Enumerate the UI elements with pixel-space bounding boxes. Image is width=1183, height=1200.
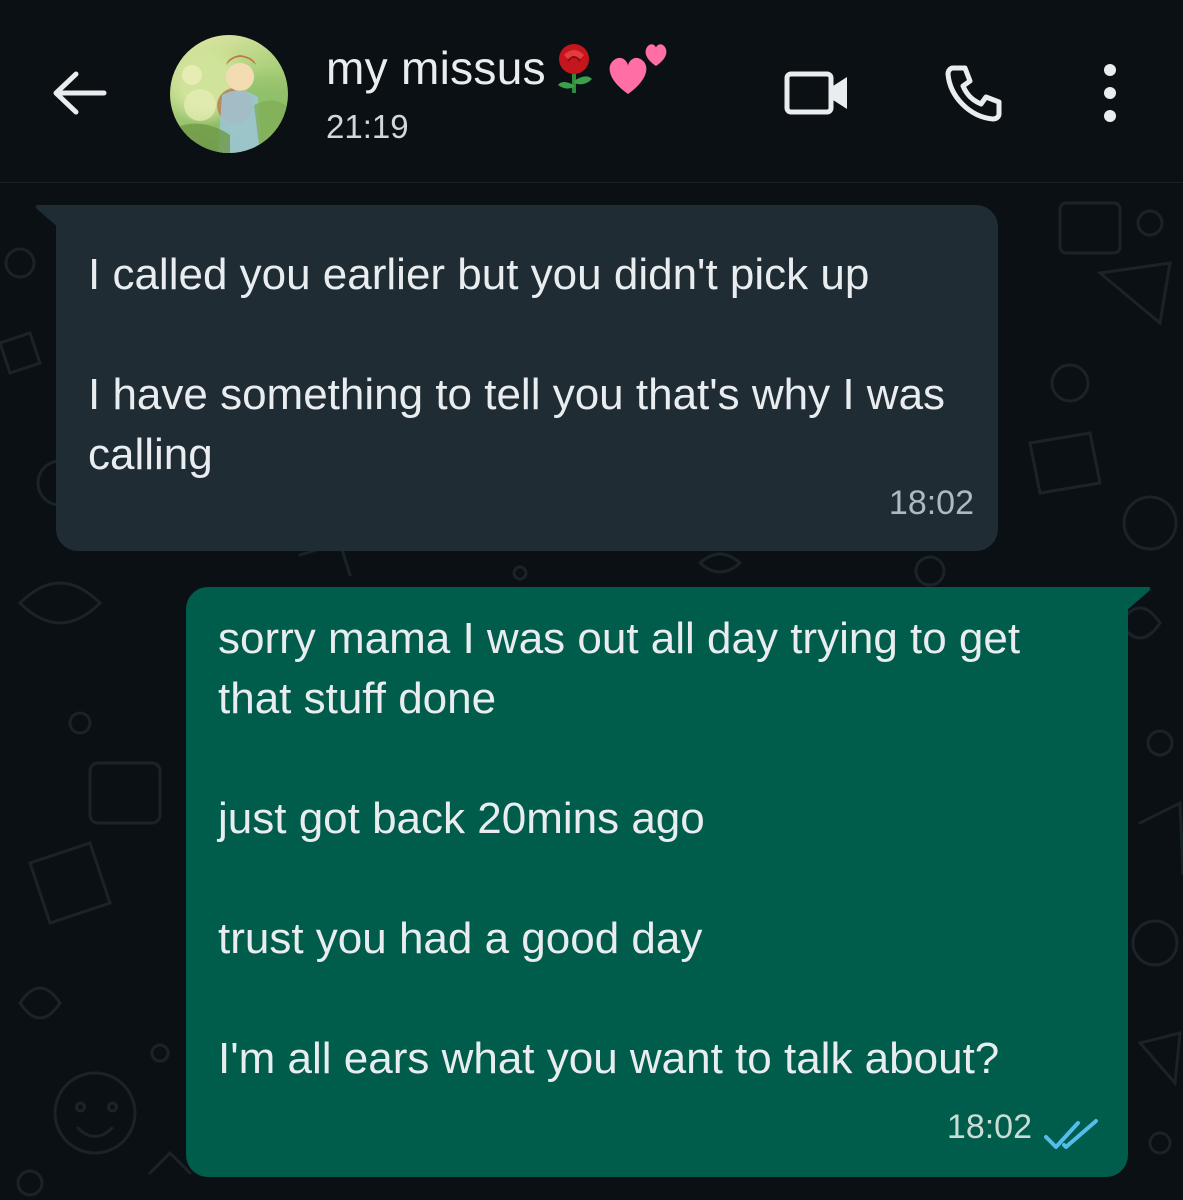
message-text-line: sorry mama I was out all day trying to g… xyxy=(218,614,1033,723)
more-options-button[interactable] xyxy=(1072,55,1148,131)
more-vertical-icon xyxy=(1104,64,1116,122)
two-hearts-emoji xyxy=(609,44,667,94)
chat-area[interactable]: I called you earlier but you didn't pick… xyxy=(0,183,1183,1200)
video-call-button[interactable] xyxy=(780,55,856,131)
message-text-line: I'm all ears what you want to talk about… xyxy=(218,1034,1000,1083)
contact-avatar[interactable] xyxy=(170,35,288,153)
name-emojis xyxy=(550,38,676,98)
avatar-image xyxy=(170,55,288,153)
voice-call-button[interactable] xyxy=(936,55,1012,131)
back-arrow-icon xyxy=(53,71,107,115)
chat-header: my missus 21:19 xyxy=(0,0,1183,183)
message-text-line: I have something to tell you that's why … xyxy=(88,370,958,479)
contact-name[interactable]: my missus xyxy=(326,38,676,98)
video-camera-icon xyxy=(784,71,847,115)
contact-name-text: my missus xyxy=(326,42,546,94)
back-button[interactable] xyxy=(44,58,114,128)
message-text-line: trust you had a good day xyxy=(218,914,703,963)
message-text-line: I called you earlier but you didn't pick… xyxy=(88,250,870,299)
message-timestamp: 18:02 xyxy=(946,1108,1032,1146)
read-receipt-double-check-icon xyxy=(1044,1119,1098,1149)
message-text-line: just got back 20mins ago xyxy=(218,794,705,843)
outgoing-message-bubble[interactable]: sorry mama I was out all day trying to g… xyxy=(186,587,1128,1177)
rose-emoji xyxy=(557,44,592,93)
outgoing-bubble-tail xyxy=(1126,587,1151,611)
phone-icon xyxy=(945,65,1002,122)
last-seen-status: 21:19 xyxy=(326,108,409,145)
message-timestamp: 18:02 xyxy=(888,484,974,522)
incoming-message-bubble[interactable]: I called you earlier but you didn't pick… xyxy=(56,205,998,551)
